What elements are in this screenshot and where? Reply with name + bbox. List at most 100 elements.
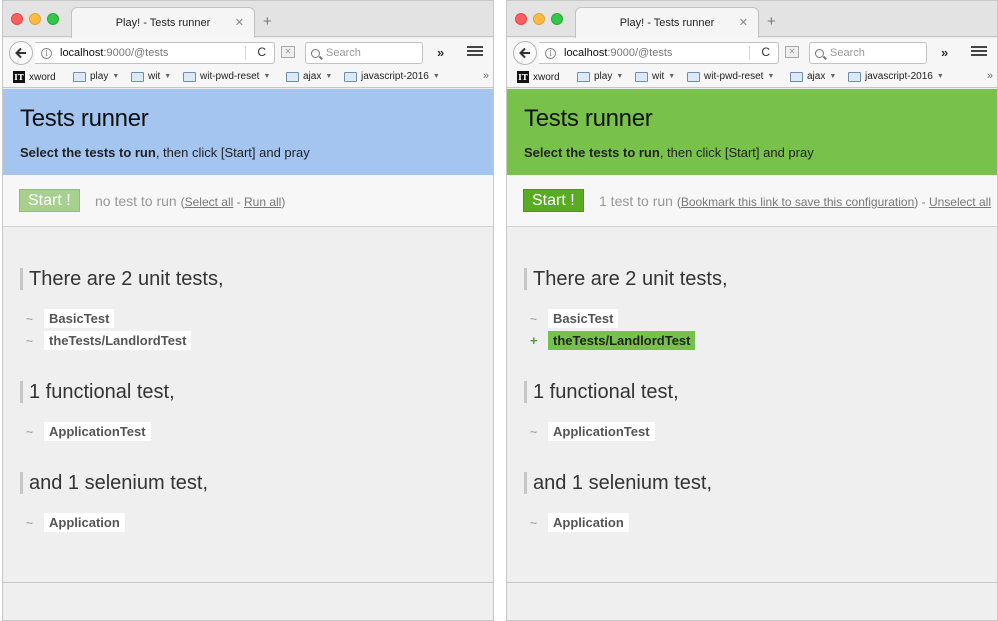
folder-icon bbox=[73, 71, 86, 82]
bookmark-folder-ajax[interactable]: ajax ▼ bbox=[286, 71, 332, 82]
close-window-button[interactable] bbox=[515, 13, 527, 25]
hamburger-menu-icon[interactable] bbox=[971, 44, 987, 58]
bookmark-folder-ajax[interactable]: ajax ▼ bbox=[790, 71, 836, 82]
reader-view-icon[interactable]: ✕ bbox=[281, 46, 295, 58]
section-title: There are 2 unit tests, bbox=[20, 268, 224, 290]
bookmark-folder-wit[interactable]: wit ▼ bbox=[131, 71, 171, 82]
it-icon: IT bbox=[517, 71, 529, 83]
bookmark-folder-javascript-2016[interactable]: javascript-2016 ▼ bbox=[344, 71, 440, 82]
test-count: no test to run bbox=[95, 193, 177, 209]
page-header: Tests runner Select the tests to run, th… bbox=[507, 89, 997, 175]
close-window-button[interactable] bbox=[11, 13, 23, 25]
bookmark-label: wit-pwd-reset bbox=[704, 71, 764, 82]
test-item[interactable]: ~ theTests/LandlordTest bbox=[26, 331, 192, 350]
bookmark-label: wit bbox=[652, 71, 665, 82]
test-item-selected[interactable]: + theTests/LandlordTest bbox=[530, 331, 696, 350]
reload-icon[interactable]: C bbox=[257, 45, 266, 59]
folder-icon bbox=[790, 71, 803, 82]
functional-tests-section: 1 functional test, bbox=[20, 381, 175, 403]
selenium-tests-section: and 1 selenium test, bbox=[524, 472, 712, 494]
unselected-mark: ~ bbox=[530, 311, 538, 326]
zoom-window-button[interactable] bbox=[47, 13, 59, 25]
back-arrow-icon bbox=[519, 47, 530, 59]
test-name: ApplicationTest bbox=[548, 422, 655, 441]
url-bar[interactable]: i localhost:9000/@tests C bbox=[539, 42, 779, 64]
new-tab-icon[interactable]: + bbox=[767, 13, 776, 30]
unselected-mark: ~ bbox=[26, 311, 34, 326]
bookmark-folder-play[interactable]: play ▼ bbox=[577, 71, 623, 82]
run-info: no test to run (Select all - Run all) bbox=[95, 193, 285, 209]
footer-divider bbox=[507, 582, 997, 583]
bookmark-xword[interactable]: IT xword bbox=[13, 71, 56, 83]
bookmark-config-link[interactable]: Bookmark this link to save this configur… bbox=[681, 195, 914, 209]
bookmarks-overflow-icon[interactable]: » bbox=[987, 70, 993, 82]
chevron-down-icon: ▼ bbox=[668, 73, 676, 80]
tab-strip: Play! - Tests runner ✕ + bbox=[3, 1, 493, 38]
folder-icon bbox=[848, 71, 861, 82]
search-input[interactable]: Search bbox=[305, 42, 423, 64]
bookmark-folder-wit[interactable]: wit ▼ bbox=[635, 71, 675, 82]
url-bar[interactable]: i localhost:9000/@tests C bbox=[35, 42, 275, 64]
browser-tab[interactable]: Play! - Tests runner ✕ bbox=[575, 7, 759, 38]
test-name: theTests/LandlordTest bbox=[44, 331, 192, 350]
page-title: Tests runner bbox=[524, 105, 653, 132]
test-item[interactable]: ~ BasicTest bbox=[26, 309, 115, 328]
page-header: Tests runner Select the tests to run, th… bbox=[3, 89, 493, 175]
start-button[interactable]: Start ! bbox=[19, 189, 80, 212]
search-icon bbox=[311, 48, 320, 58]
test-name: BasicTest bbox=[548, 309, 619, 328]
back-button[interactable] bbox=[9, 41, 33, 65]
new-tab-icon[interactable]: + bbox=[263, 13, 272, 30]
test-name: Application bbox=[548, 513, 629, 532]
info-icon[interactable]: i bbox=[545, 47, 556, 59]
chevron-down-icon: ▼ bbox=[936, 73, 944, 80]
bookmark-xword[interactable]: IT xword bbox=[517, 71, 560, 83]
search-input[interactable]: Search bbox=[809, 42, 927, 64]
nav-bar: i localhost:9000/@tests C ✕ Search » bbox=[3, 38, 493, 68]
nav-bar: i localhost:9000/@tests C ✕ Search » bbox=[507, 38, 997, 68]
run-info: 1 test to run (Bookmark this link to sav… bbox=[599, 193, 991, 209]
tab-close-icon[interactable]: ✕ bbox=[235, 16, 244, 29]
info-icon[interactable]: i bbox=[41, 47, 52, 59]
browser-tab[interactable]: Play! - Tests runner ✕ bbox=[71, 7, 255, 38]
subtitle-bold: Select the tests to run bbox=[20, 145, 156, 160]
reload-icon[interactable]: C bbox=[761, 45, 770, 59]
bookmark-folder-wit-pwd-reset[interactable]: wit-pwd-reset ▼ bbox=[183, 71, 270, 82]
browser-window-left: Play! - Tests runner ✕ + i localhost:900… bbox=[2, 0, 494, 621]
page-title: Tests runner bbox=[20, 105, 149, 132]
test-item[interactable]: ~ Application bbox=[26, 513, 125, 532]
folder-icon bbox=[183, 71, 196, 82]
bookmark-folder-play[interactable]: play ▼ bbox=[73, 71, 119, 82]
run-controls: Start ! no test to run (Select all - Run… bbox=[3, 175, 493, 227]
test-item[interactable]: ~ BasicTest bbox=[530, 309, 619, 328]
bookmark-label: ajax bbox=[303, 71, 322, 82]
tab-close-icon[interactable]: ✕ bbox=[739, 16, 748, 29]
start-button[interactable]: Start ! bbox=[523, 189, 584, 212]
back-button[interactable] bbox=[513, 41, 537, 65]
test-item[interactable]: ~ Application bbox=[530, 513, 629, 532]
bookmarks-overflow-icon[interactable]: » bbox=[483, 70, 489, 82]
page-subtitle: Select the tests to run, then click [Sta… bbox=[524, 145, 997, 160]
chevron-down-icon: ▼ bbox=[263, 73, 271, 80]
minimize-window-button[interactable] bbox=[29, 13, 41, 25]
reader-view-icon[interactable]: ✕ bbox=[785, 46, 799, 58]
unselect-all-link[interactable]: Unselect all bbox=[929, 195, 991, 209]
bookmark-folder-wit-pwd-reset[interactable]: wit-pwd-reset ▼ bbox=[687, 71, 774, 82]
section-title: 1 functional test, bbox=[20, 381, 175, 403]
url-host: localhost bbox=[564, 47, 608, 59]
zoom-window-button[interactable] bbox=[551, 13, 563, 25]
hamburger-menu-icon[interactable] bbox=[467, 44, 483, 58]
folder-icon bbox=[344, 71, 357, 82]
url-separator bbox=[749, 46, 750, 60]
test-item[interactable]: ~ ApplicationTest bbox=[530, 422, 655, 441]
toolbar-overflow-icon[interactable]: » bbox=[437, 45, 444, 60]
test-item[interactable]: ~ ApplicationTest bbox=[26, 422, 151, 441]
minimize-window-button[interactable] bbox=[533, 13, 545, 25]
run-links: (Select all - Run all) bbox=[180, 195, 286, 209]
toolbar-overflow-icon[interactable]: » bbox=[941, 45, 948, 60]
select-all-link[interactable]: Select all bbox=[185, 195, 234, 209]
run-links: (Bookmark this link to save this configu… bbox=[676, 195, 991, 209]
bookmark-folder-javascript-2016[interactable]: javascript-2016 ▼ bbox=[848, 71, 944, 82]
run-all-link[interactable]: Run all bbox=[244, 195, 281, 209]
page-content: Tests runner Select the tests to run, th… bbox=[507, 89, 997, 620]
